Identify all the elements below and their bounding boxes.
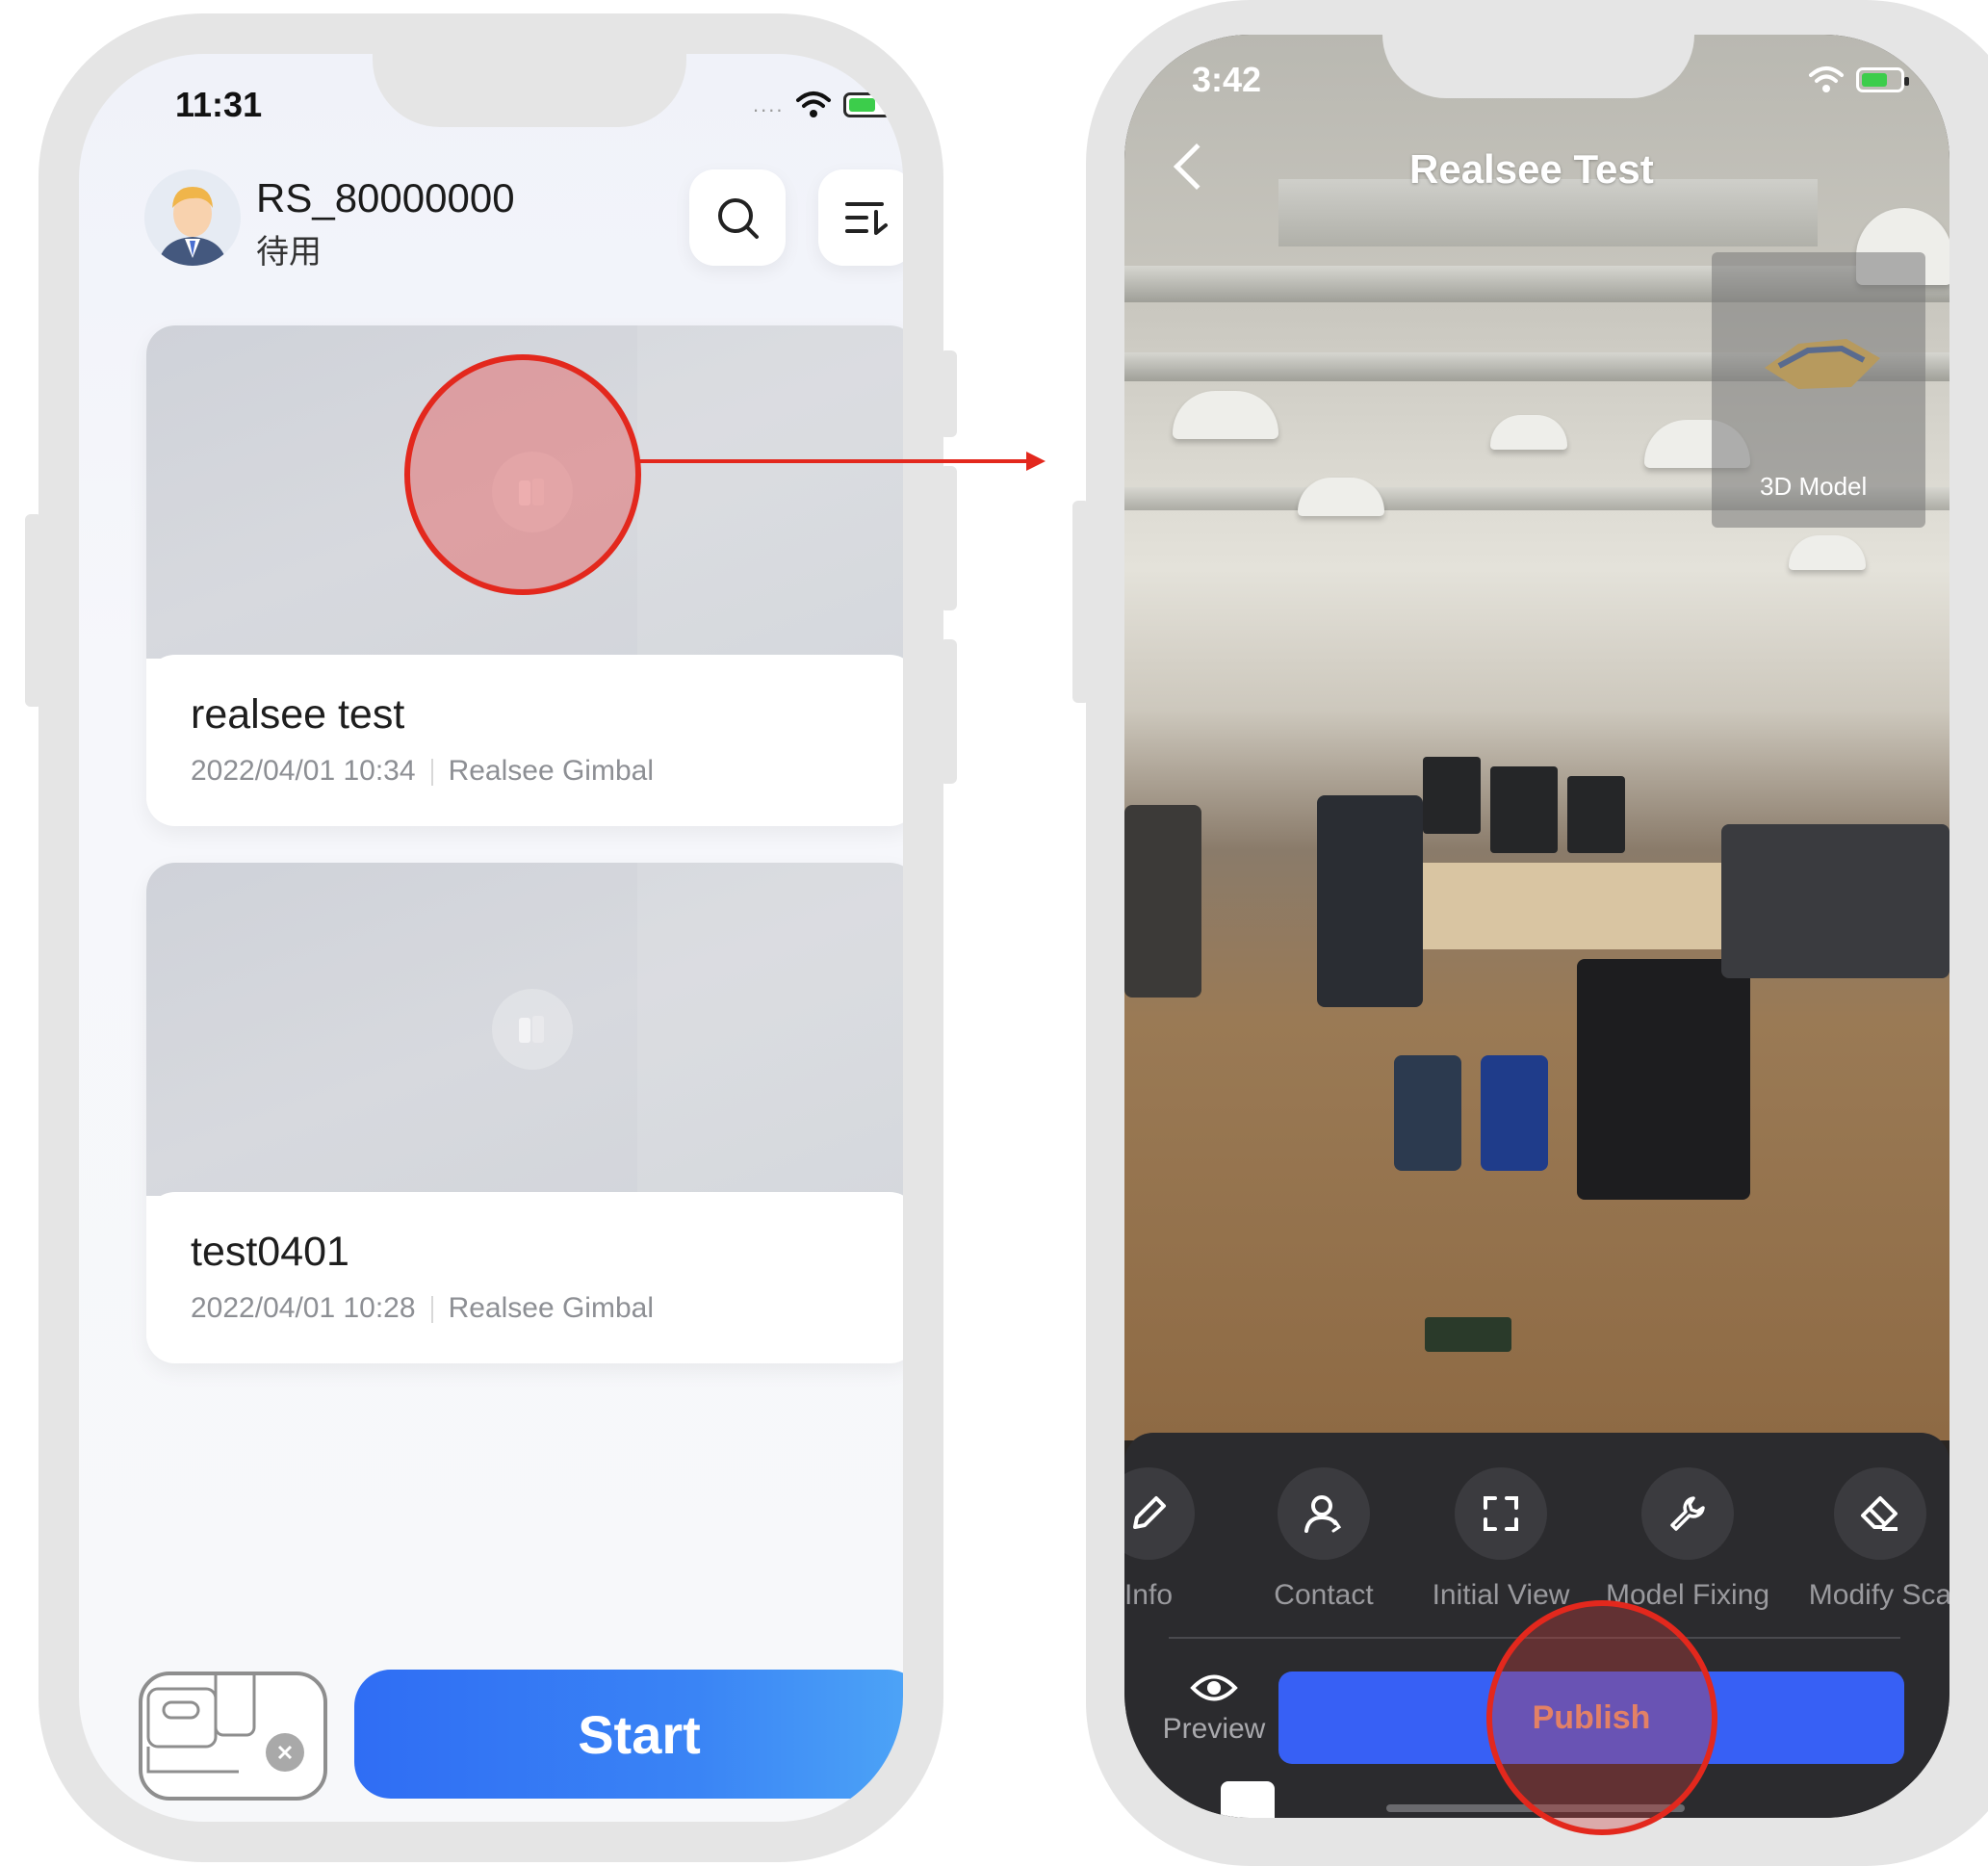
pencil-icon [1124, 1467, 1195, 1560]
page-title: Realsee Test [1409, 146, 1654, 192]
panorama-icon [492, 989, 573, 1070]
side-button [940, 466, 957, 610]
project-date: 2022/04/01 10:28 [191, 1292, 416, 1324]
tool-initial-view[interactable]: Initial View [1419, 1467, 1583, 1612]
search-icon [718, 198, 759, 239]
tool-modify-scale[interactable]: Modify Sca [1798, 1467, 1949, 1612]
preview-button[interactable]: Preview [1161, 1672, 1267, 1746]
right-phone-screen: 3:42 Realsee Test 3D Model Info Contact [1124, 35, 1949, 1818]
tool-label: Info [1124, 1579, 1174, 1611]
highlight-circle [1486, 1600, 1717, 1835]
wrench-icon [1641, 1467, 1734, 1560]
tool-model-fixing[interactable]: Model Fixing [1606, 1467, 1769, 1612]
eraser-icon [1834, 1467, 1926, 1560]
status-time: 11:31 [175, 85, 263, 124]
notch [1382, 35, 1694, 98]
avatar[interactable] [144, 169, 241, 266]
3d-model-label: 3D Model [1760, 472, 1868, 501]
sort-icon [845, 202, 888, 235]
wifi-icon [796, 91, 832, 117]
status-icons [1808, 65, 1909, 94]
tool-info[interactable]: Info [1124, 1467, 1230, 1612]
side-button [940, 639, 957, 784]
annotation-arrow [639, 459, 1030, 463]
project-meta: 2022/04/01 10:34 Realsee Gimbal [191, 755, 654, 788]
project-title: test0401 [191, 1229, 349, 1275]
arrow-head-icon [1026, 452, 1046, 471]
left-phone-screen: 11:31 .... RS_80000000 待用 realsee test 2… [79, 54, 903, 1822]
panorama-view[interactable] [1124, 35, 1949, 1440]
project-card[interactable]: test0401 2022/04/01 10:28 Realsee Gimbal [146, 863, 903, 1363]
battery-icon [843, 92, 897, 117]
side-button [25, 514, 42, 707]
highlight-circle [404, 354, 641, 595]
frame-icon [1455, 1467, 1547, 1560]
tool-label: Modify Sca [1808, 1579, 1949, 1611]
start-button[interactable]: Start [354, 1670, 903, 1799]
status-icons: .... [753, 91, 897, 119]
exit-sign-icon [1425, 1317, 1511, 1352]
user-status: 待用 [256, 234, 322, 271]
project-date: 2022/04/01 10:34 [191, 755, 416, 787]
side-button [940, 350, 957, 437]
project-thumbnail[interactable] [146, 863, 903, 1196]
wifi-icon [1809, 66, 1844, 92]
project-device: Realsee Gimbal [448, 755, 654, 787]
battery-icon [1856, 67, 1909, 92]
overlay-square [1221, 1781, 1275, 1818]
tool-label: Initial View [1432, 1579, 1570, 1611]
user-name: RS_80000000 [256, 175, 515, 220]
project-meta: 2022/04/01 10:28 Realsee Gimbal [191, 1292, 654, 1325]
notch [373, 54, 686, 127]
sort-button[interactable] [818, 169, 903, 266]
tool-label: Contact [1274, 1579, 1374, 1611]
search-button[interactable] [689, 169, 786, 266]
project-device: Realsee Gimbal [448, 1292, 654, 1324]
signal-icon: .... [753, 92, 785, 117]
close-icon[interactable] [266, 1733, 304, 1772]
left-phone-frame: 11:31 .... RS_80000000 待用 realsee test 2… [25, 13, 957, 1862]
tool-contact[interactable]: Contact [1242, 1467, 1406, 1612]
project-title: realsee test [191, 691, 405, 738]
model-icon [1765, 339, 1880, 389]
side-button [1072, 501, 1090, 703]
device-status-box[interactable] [139, 1666, 327, 1801]
status-time: 3:42 [1192, 60, 1262, 99]
preview-label: Preview [1162, 1713, 1266, 1745]
person-icon [1278, 1467, 1370, 1560]
eye-icon [1190, 1674, 1238, 1701]
